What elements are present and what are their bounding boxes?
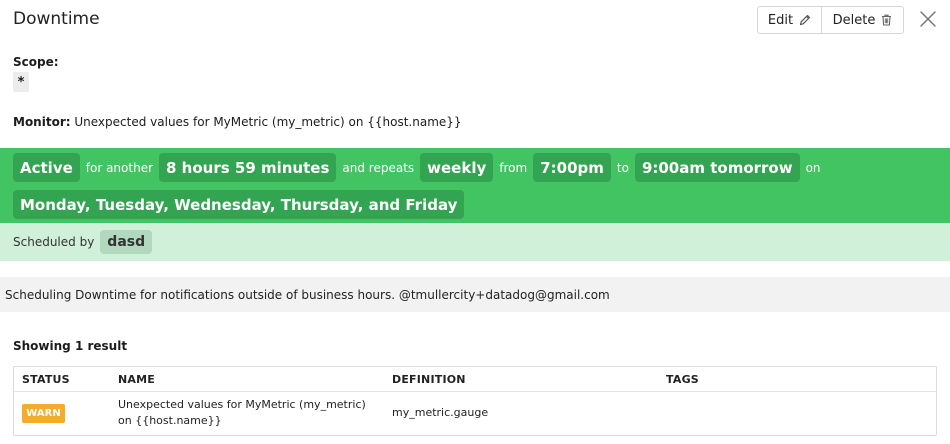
status-badge: WARN	[22, 404, 65, 423]
end-time-chip: 9:00am tomorrow	[634, 153, 800, 182]
downtime-message: Scheduling Downtime for notifications ou…	[0, 277, 950, 312]
column-header-definition: DEFINITION	[392, 373, 466, 386]
results-table: STATUS NAME DEFINITION TAGS WARN Unexpec…	[13, 366, 937, 436]
duration-chip: 8 hours 59 minutes	[159, 153, 337, 182]
frequency-chip: weekly	[420, 153, 494, 182]
scope-label: Scope:	[13, 55, 59, 69]
edit-button-label: Edit	[767, 12, 794, 28]
for-text: for another	[85, 160, 154, 175]
close-icon[interactable]	[918, 9, 938, 29]
status-chip: Active	[13, 153, 80, 182]
edit-button[interactable]: Edit	[758, 7, 822, 33]
monitor-name-cell[interactable]: Unexpected values for MyMetric (my_metri…	[118, 397, 366, 429]
pencil-icon	[799, 14, 811, 26]
scheduled-by-banner: Scheduled by dasd	[0, 223, 950, 261]
table-row[interactable]: WARN Unexpected values for MyMetric (my_…	[14, 392, 936, 436]
monitor-name-line1: Unexpected values for MyMetric (my_metri…	[118, 398, 366, 411]
table-header: STATUS NAME DEFINITION TAGS	[14, 367, 936, 392]
action-button-group: Edit Delete	[757, 6, 904, 34]
downtime-status-banner: Active for another 8 hours 59 minutes an…	[0, 148, 950, 223]
column-header-tags: TAGS	[666, 373, 699, 386]
on-text: on	[805, 160, 821, 175]
definition-cell: my_metric.gauge	[392, 406, 489, 419]
repeats-text: and repeats	[342, 160, 415, 175]
column-header-status: STATUS	[22, 373, 70, 386]
monitor-line: Monitor: Unexpected values for MyMetric …	[13, 115, 462, 129]
delete-button[interactable]: Delete	[822, 7, 903, 33]
trash-icon	[882, 14, 892, 26]
to-text: to	[616, 160, 629, 175]
start-time-chip: 7:00pm	[533, 153, 611, 182]
column-header-name: NAME	[118, 373, 155, 386]
scheduled-by-label: Scheduled by	[13, 235, 95, 249]
scheduled-by-user: dasd	[100, 230, 153, 254]
page-title: Downtime	[13, 9, 100, 29]
monitor-name-line2: on {{host.name}}	[118, 414, 222, 427]
monitor-label: Monitor:	[13, 115, 71, 129]
monitor-value: Unexpected values for MyMetric (my_metri…	[74, 115, 462, 129]
delete-button-label: Delete	[832, 12, 876, 28]
scope-value: *	[13, 72, 29, 92]
results-summary: Showing 1 result	[13, 339, 128, 353]
from-text: from	[499, 160, 528, 175]
days-chip: Monday, Tuesday, Wednesday, Thursday, an…	[13, 190, 465, 219]
